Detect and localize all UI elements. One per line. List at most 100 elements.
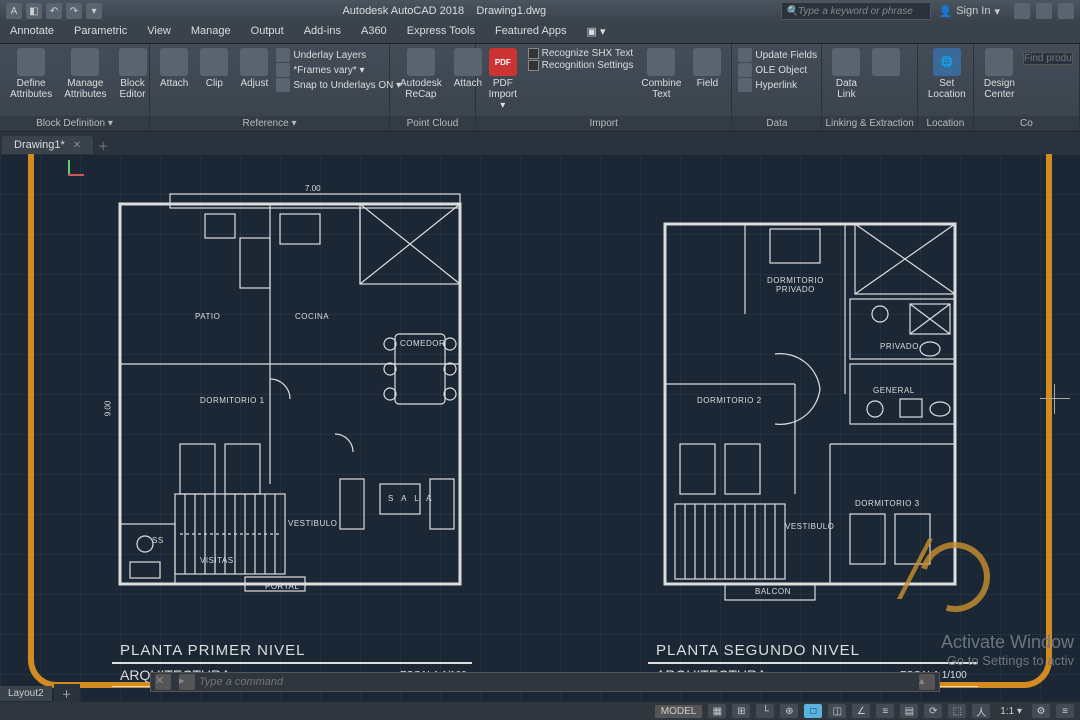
recap-icon <box>407 48 435 76</box>
room-dorm-privado: DORMITORIO PRIVADO <box>767 276 824 294</box>
activate-windows-overlay: Activate Window Go to Settings to activ <box>941 632 1074 668</box>
btn-snap-underlays[interactable]: Snap to Underlays ON ▾ <box>276 78 401 92</box>
window-title: Autodesk AutoCAD 2018 Drawing1.dwg <box>108 5 781 17</box>
dim-height: 9.00 <box>103 401 112 417</box>
room-patio: PATIO <box>195 312 220 321</box>
cmd-icon[interactable]: ▸ <box>179 674 195 690</box>
block-editor-icon <box>119 48 147 76</box>
exchange-icon[interactable] <box>1014 3 1030 19</box>
room-balcon: BALCON <box>755 587 791 596</box>
tab-featured[interactable]: Featured Apps <box>485 22 577 43</box>
status-otrack[interactable]: ∠ <box>852 704 870 718</box>
panel-import: PDFPDF Import ▾ Recognize SHX Text Recog… <box>476 44 732 131</box>
tab-view[interactable]: View <box>137 22 181 43</box>
btn-manage-attributes[interactable]: Manage Attributes <box>60 46 110 102</box>
tab-parametric[interactable]: Parametric <box>64 22 137 43</box>
btn-block-editor[interactable]: Block Editor <box>115 46 151 102</box>
combine-icon <box>647 48 675 76</box>
label: OLE Object <box>755 65 807 76</box>
btn-pdf-import[interactable]: PDFPDF Import ▾ <box>482 46 524 113</box>
tab-output[interactable]: Output <box>241 22 294 43</box>
status-3dosnap[interactable]: ◫ <box>828 704 846 718</box>
panel-title: Location <box>918 116 973 131</box>
plan2-title: PLANTA SEGUNDO NIVEL <box>656 642 860 659</box>
search-input[interactable] <box>1023 52 1073 65</box>
btn-recap[interactable]: Autodesk ReCap <box>396 46 446 102</box>
qat-more[interactable]: ▾ <box>86 3 102 19</box>
label: Autodesk ReCap <box>400 78 442 100</box>
panel-data: Update Fields OLE Object Hyperlink Data <box>732 44 822 131</box>
plan1-svg <box>110 184 470 604</box>
status-cycling[interactable]: ⟳ <box>924 704 942 718</box>
layers-icon <box>276 48 290 62</box>
qat-menu[interactable]: A <box>6 3 22 19</box>
status-gear-icon[interactable]: ⚙ <box>1032 704 1050 718</box>
help-icon[interactable] <box>1058 3 1074 19</box>
status-snap[interactable]: ⊞ <box>732 704 750 718</box>
btn-hyperlink[interactable]: Hyperlink <box>738 78 817 92</box>
btn-extract[interactable] <box>868 46 904 78</box>
btn-adjust[interactable]: Adjust <box>236 46 272 91</box>
btn-recognition-settings[interactable]: Recognition Settings <box>528 60 634 71</box>
status-annoscale-icon[interactable]: 人 <box>972 704 990 718</box>
signin-chevron: ▾ <box>994 5 1000 18</box>
btn-ole-object[interactable]: OLE Object <box>738 63 817 77</box>
command-input[interactable] <box>199 676 915 688</box>
panel-title[interactable]: Block Definition ▾ <box>0 116 149 131</box>
checkbox[interactable] <box>528 48 539 59</box>
status-osnap[interactable]: □ <box>804 704 822 718</box>
status-menu[interactable]: ≡ <box>1056 704 1074 718</box>
file-tab-drawing1[interactable]: Drawing1* ✕ <box>2 136 93 154</box>
close-icon[interactable]: ✕ <box>73 140 81 151</box>
status-polar[interactable]: ⊕ <box>780 704 798 718</box>
search-products[interactable]: Find product m <box>1023 46 1073 65</box>
layout-tab-add[interactable]: ＋ <box>54 684 80 703</box>
panel-content: Design Center Find product m Co <box>974 44 1080 131</box>
close-icon[interactable]: ✕ <box>155 674 171 690</box>
status-grid[interactable]: ▦ <box>708 704 726 718</box>
status-scale[interactable]: 1:1 ▾ <box>996 706 1026 717</box>
status-ortho[interactable]: └ <box>756 704 774 718</box>
qat-redo[interactable]: ↷ <box>66 3 82 19</box>
btn-combine-text[interactable]: Combine Text <box>637 46 685 102</box>
qat-new[interactable]: ◧ <box>26 3 42 19</box>
status-lineweight[interactable]: ≡ <box>876 704 894 718</box>
panel-title[interactable]: Reference ▾ <box>150 116 389 131</box>
tab-express[interactable]: Express Tools <box>397 22 485 43</box>
new-file-tab[interactable]: ＋ <box>93 138 113 154</box>
status-model[interactable]: MODEL <box>655 705 703 718</box>
tab-addon-toggle[interactable]: ▣ ▾ <box>577 22 616 43</box>
btn-set-location[interactable]: 🌐Set Location <box>924 46 970 102</box>
design-center-icon <box>985 48 1013 76</box>
signin-label: Sign In <box>956 5 990 17</box>
btn-define-attributes[interactable]: Define Attributes <box>6 46 56 102</box>
cmd-up-icon[interactable]: ▴ <box>919 674 935 690</box>
btn-data-link[interactable]: Data Link <box>828 46 864 102</box>
command-line[interactable]: ✕ ▸ ▴ <box>150 672 940 692</box>
btn-design-center[interactable]: Design Center <box>980 46 1019 102</box>
btn-frames[interactable]: *Frames vary* ▾ <box>276 63 401 77</box>
checkbox[interactable] <box>528 60 539 71</box>
status-transparency[interactable]: ▤ <box>900 704 918 718</box>
qat-undo[interactable]: ↶ <box>46 3 62 19</box>
tab-a360[interactable]: A360 <box>351 22 397 43</box>
btn-recognize-shx[interactable]: Recognize SHX Text <box>528 48 634 59</box>
cart-icon[interactable] <box>1036 3 1052 19</box>
label: Manage Attributes <box>64 78 106 100</box>
btn-attach[interactable]: Attach <box>156 46 192 91</box>
btn-update-fields[interactable]: Update Fields <box>738 48 817 62</box>
help-search[interactable]: 🔍 Type a keyword or phrase <box>781 2 931 20</box>
btn-clip[interactable]: Clip <box>196 46 232 91</box>
label: Data Link <box>836 78 857 100</box>
status-annomonitor[interactable]: ⬚ <box>948 704 966 718</box>
drawing-canvas[interactable]: 7.00 9.00 <box>0 154 1080 700</box>
label: PDF Import ▾ <box>486 78 520 111</box>
signin-area[interactable]: 👤 Sign In ▾ <box>931 5 1008 18</box>
label: Design Center <box>984 78 1015 100</box>
layout-tab[interactable]: Layout2 <box>0 686 52 701</box>
btn-underlay-layers[interactable]: Underlay Layers <box>276 48 401 62</box>
tab-annotate[interactable]: Annotate <box>0 22 64 43</box>
tab-manage[interactable]: Manage <box>181 22 241 43</box>
btn-field[interactable]: Field <box>689 46 725 91</box>
tab-addins[interactable]: Add-ins <box>294 22 351 43</box>
